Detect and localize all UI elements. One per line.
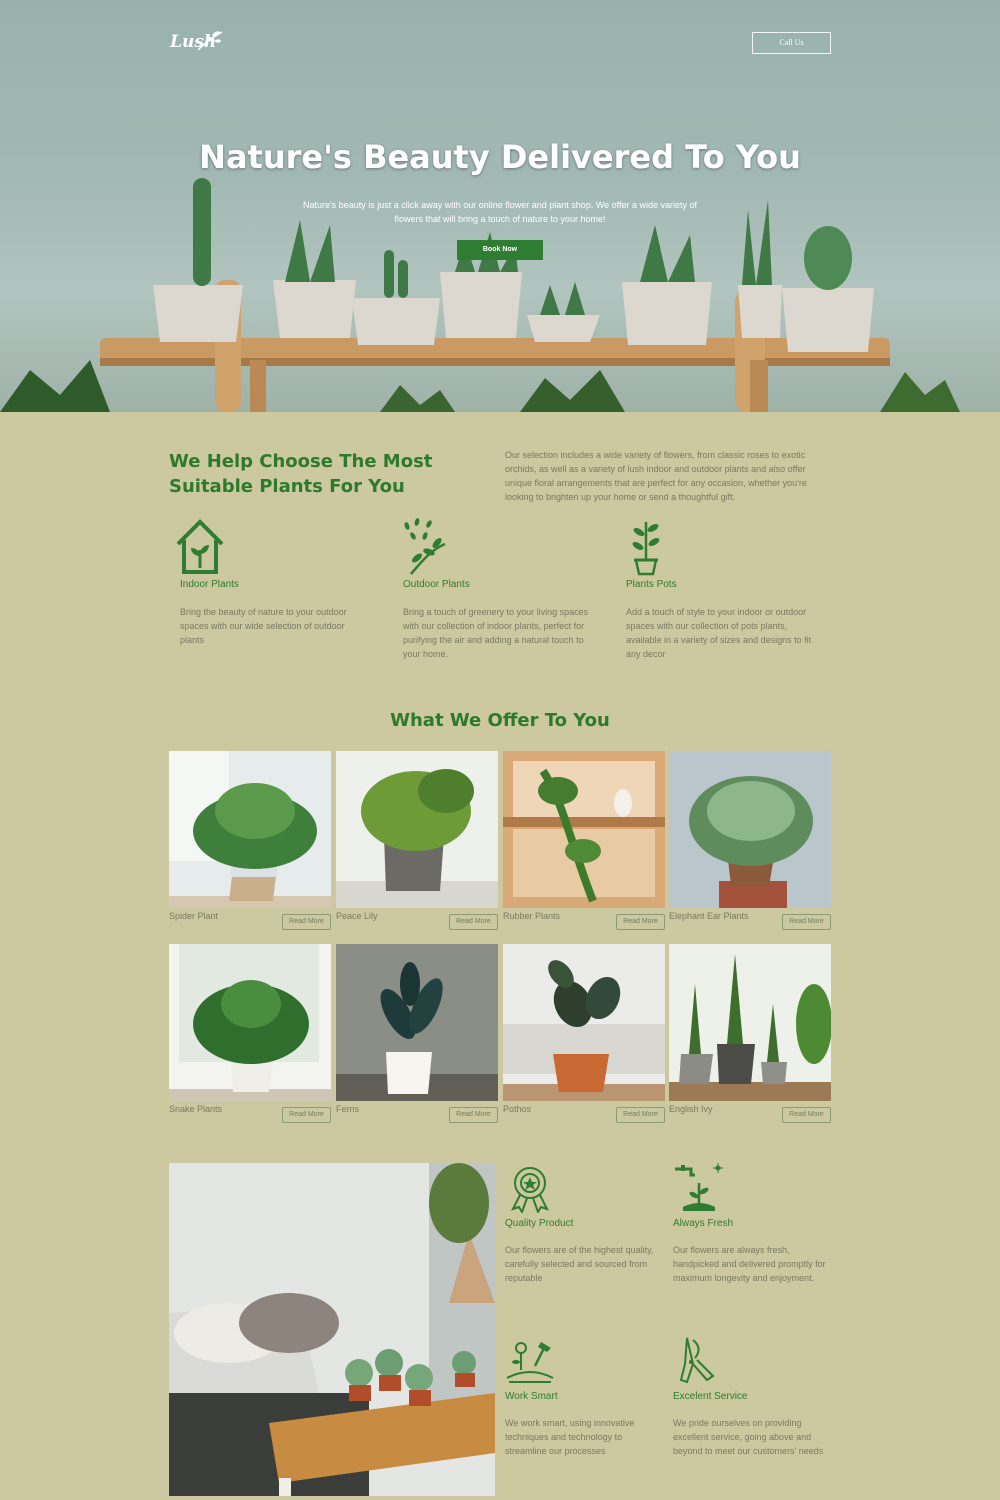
product-name: Rubber Plants: [503, 911, 561, 921]
feature-title: Indoor Plants: [180, 579, 239, 590]
peace-lily-photo: [336, 751, 498, 908]
call-us-button[interactable]: Call Us: [752, 32, 831, 54]
snake-plants-photo: [169, 944, 331, 1101]
product-name: English Ivy: [669, 1104, 713, 1114]
product-card: Elephant Ear Plants Read More: [669, 751, 831, 931]
hero-title: Nature's Beauty Delivered To You: [199, 138, 801, 176]
garden-tools-icon: [506, 1342, 554, 1383]
leaf-icon: [197, 31, 223, 51]
feature-outdoor-plants: Outdoor Plants Bring a touch of greenery…: [393, 516, 588, 659]
read-more-button[interactable]: Read More: [449, 914, 498, 930]
read-more-button[interactable]: Read More: [282, 914, 331, 930]
why-quality-product: Quality Product Our flowers are of the h…: [505, 1163, 670, 1283]
why-title: Excelent Service: [673, 1391, 748, 1402]
feature-title: Plants Pots: [626, 579, 677, 590]
product-card: Snake Plants Read More: [169, 944, 331, 1124]
product-name: Peace Lily: [336, 911, 378, 921]
feature-desc: Bring a touch of greenery to your living…: [403, 607, 589, 659]
product-card: Ferns Read More: [336, 944, 498, 1124]
help-section-title: We Help Choose The Most Suitable Plants …: [169, 451, 433, 497]
why-excelent-service: Excelent Service We pride ourselves on p…: [673, 1336, 838, 1456]
why-title: Work Smart: [505, 1391, 558, 1402]
read-more-button[interactable]: Read More: [449, 1107, 498, 1123]
why-work-smart: Work Smart We work smart, using innovati…: [505, 1336, 670, 1456]
potted-plant-icon: [632, 522, 660, 576]
why-desc: Our flowers are always fresh, handpicked…: [673, 1245, 826, 1283]
feature-plants-pots: Plants Pots Add a touch of style to your…: [616, 516, 811, 659]
read-more-button[interactable]: Read More: [782, 1107, 831, 1123]
why-desc: We pride ourselves on providing excellen…: [673, 1418, 824, 1456]
product-card: Peace Lily Read More: [336, 751, 498, 931]
ferns-photo: [336, 944, 498, 1101]
read-more-button[interactable]: Read More: [782, 914, 831, 930]
why-desc: Our flowers are of the highest quality, …: [505, 1245, 654, 1283]
book-now-button[interactable]: Book Now: [457, 240, 543, 260]
product-name: Pothos: [503, 1104, 532, 1114]
rubber-plants-photo: [503, 751, 665, 908]
why-title: Quality Product: [505, 1218, 574, 1229]
offer-section-title: What We Offer To You: [390, 710, 610, 731]
feature-desc: Add a touch of style to your indoor or o…: [626, 607, 812, 659]
read-more-button[interactable]: Read More: [282, 1107, 331, 1123]
hero-banner: Lush Call Us Nature's Beauty Delivered T…: [0, 0, 1000, 412]
product-name: Spider Plant: [169, 911, 219, 921]
pruning-shears-icon: [679, 1337, 715, 1384]
product-card: Rubber Plants Read More: [503, 751, 665, 931]
product-card: Spider Plant Read More: [169, 751, 331, 931]
product-name: Snake Plants: [169, 1104, 223, 1114]
feature-indoor-plants: Indoor Plants Bring the beauty of nature…: [170, 516, 360, 645]
pothos-photo: [503, 944, 665, 1101]
product-name: Ferns: [336, 1104, 360, 1114]
elephant-ear-plants-photo: [669, 751, 831, 908]
why-desc: We work smart, using innovative techniqu…: [505, 1418, 635, 1456]
product-card: Pothos Read More: [503, 944, 665, 1124]
feature-desc: Bring the beauty of nature to your outdo…: [180, 607, 347, 645]
why-title: Always Fresh: [673, 1218, 734, 1229]
award-badge-icon: [511, 1167, 549, 1215]
product-card: English Ivy Read More: [669, 944, 831, 1124]
hero-subtitle: Nature's beauty is just a click away wit…: [302, 200, 698, 224]
sprouts-icon: [404, 518, 446, 575]
why-always-fresh: Always Fresh Our flowers are always fres…: [673, 1163, 838, 1283]
watering-sprout-icon: [675, 1163, 723, 1211]
help-section-text: Our selection includes a wide variety of…: [505, 450, 807, 502]
feature-title: Outdoor Plants: [403, 579, 470, 590]
read-more-button[interactable]: Read More: [616, 1107, 665, 1123]
english-ivy-photo: [669, 944, 831, 1101]
read-more-button[interactable]: Read More: [616, 914, 665, 930]
house-plant-icon: [176, 519, 224, 574]
living-room-photo: [169, 1163, 495, 1496]
product-name: Elephant Ear Plants: [669, 911, 749, 921]
spider-plant-photo: [169, 751, 331, 908]
